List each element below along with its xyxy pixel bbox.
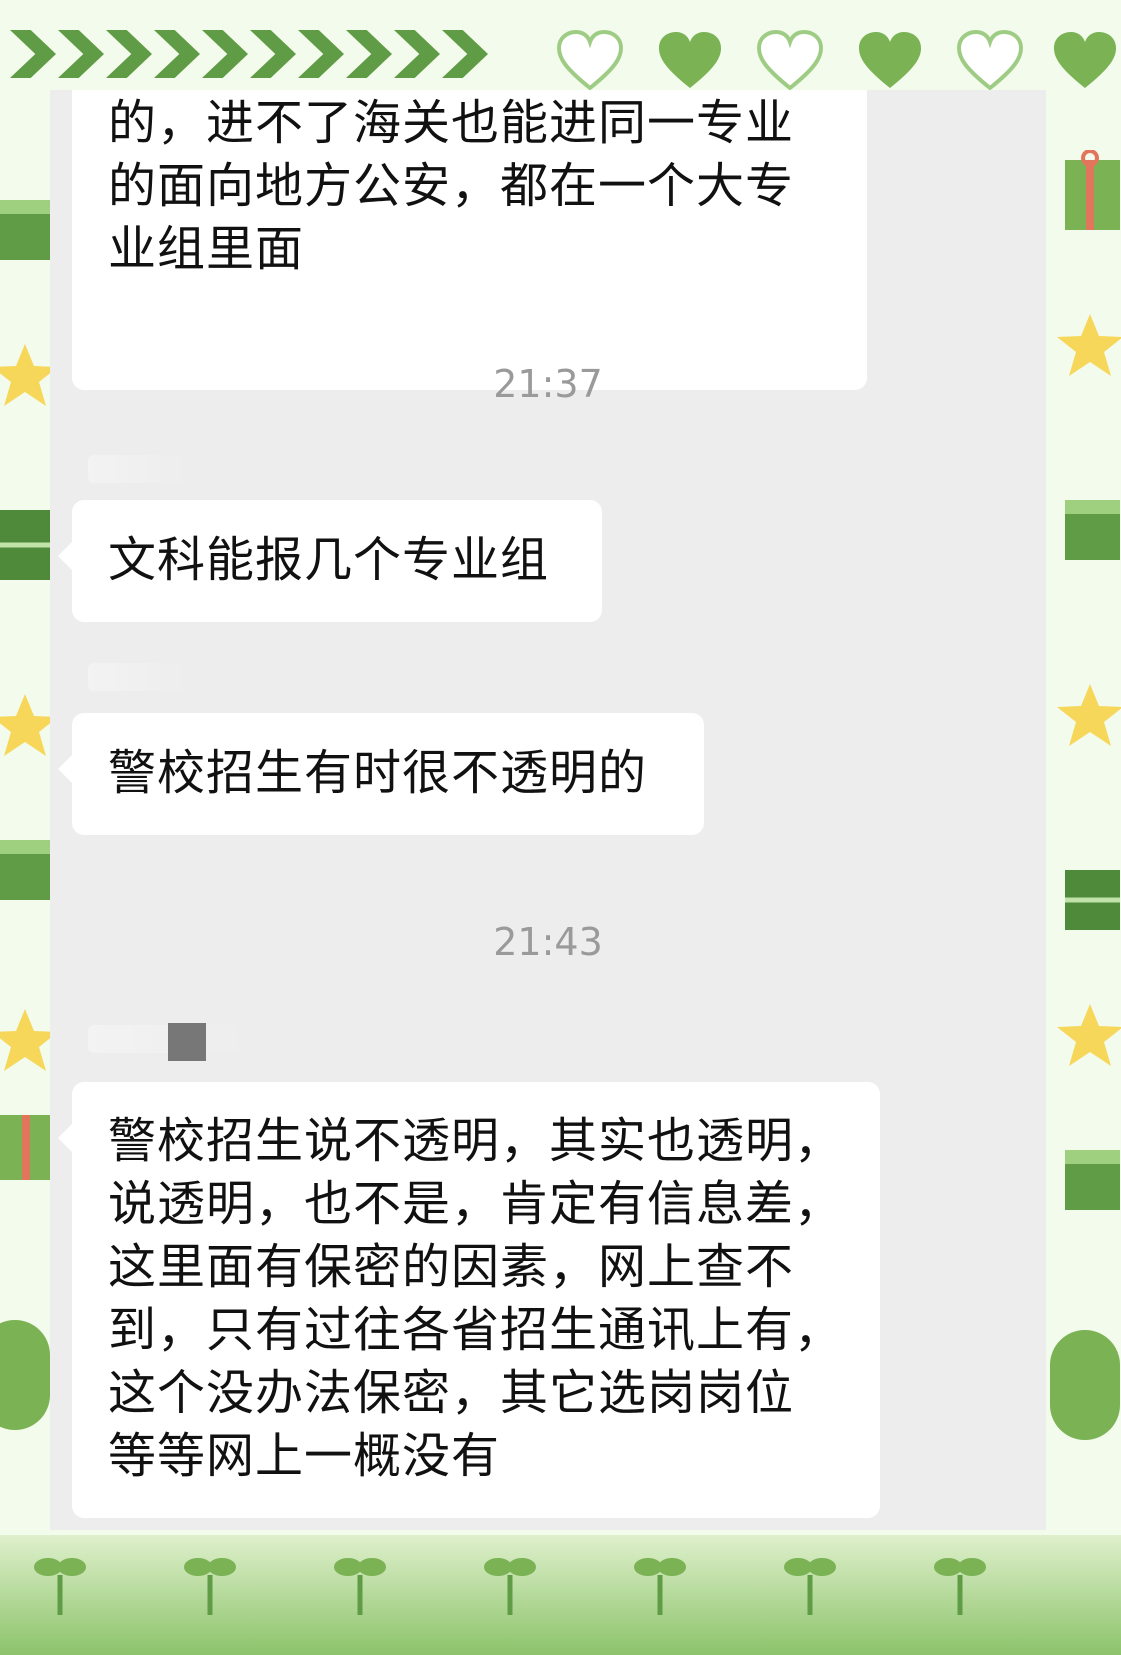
heart-icon: [956, 30, 1024, 91]
gift-icon: [1065, 150, 1120, 230]
message-bubble[interactable]: 文科能报几个专业组: [58, 500, 602, 622]
sprout-icon: [334, 1558, 386, 1615]
star-icon: [1057, 684, 1121, 746]
chevron-icon: [202, 30, 248, 78]
message-line: 说透明，也不是，肯定有信息差，: [108, 1176, 844, 1232]
message-line: 到，只有过往各省招生通讯上有，: [108, 1302, 844, 1358]
chevron-icon: [394, 30, 440, 78]
chevron-icon: [10, 30, 56, 78]
chat-panel: 的，进不了海关也能进同一专业 的面向地方公安，都在一个大专 业组里面 21:37…: [50, 90, 1046, 1530]
chevron-border: [10, 30, 488, 78]
star-icon: [1057, 314, 1121, 376]
bean-character-icon: [0, 1320, 50, 1430]
heart-icon: [556, 30, 624, 91]
message-line: 这里面有保密的因素，网上查不: [108, 1239, 795, 1295]
chevron-icon: [154, 30, 200, 78]
message-timestamp: 21:43: [493, 920, 603, 964]
message-timestamp: 21:37: [493, 362, 603, 406]
chevron-icon: [442, 30, 488, 78]
chevron-icon: [346, 30, 392, 78]
chevron-icon: [298, 30, 344, 78]
message-line: 这个没办法保密，其它选岗岗位: [108, 1365, 795, 1421]
message-line: 等等网上一概没有: [108, 1428, 501, 1484]
star-icon: [1057, 1004, 1121, 1066]
sender-nickname-redacted: [88, 663, 188, 691]
sprout-icon: [184, 1558, 236, 1615]
sprout-icon: [634, 1558, 686, 1615]
gift-icon: [1065, 870, 1120, 930]
chevron-icon: [250, 30, 296, 78]
sprout-icon: [784, 1558, 836, 1615]
heart-icon: [659, 32, 721, 88]
sender-nickname-redacted: [88, 455, 188, 483]
message-line: 警校招生有时很不透明的: [108, 745, 648, 801]
message-bubble[interactable]: 的，进不了海关也能进同一专业 的面向地方公安，都在一个大专 业组里面: [72, 90, 867, 390]
heart-icon: [1054, 32, 1116, 88]
message-line: 警校招生说不透明，其实也透明，: [108, 1113, 844, 1169]
message-bubble[interactable]: 警校招生有时很不透明的: [58, 713, 704, 835]
bean-character-icon: [1050, 1330, 1120, 1440]
sprout-icon: [484, 1558, 536, 1615]
heart-icon: [756, 30, 824, 91]
message-line: 的，进不了海关也能进同一专业: [108, 95, 795, 151]
message-line: 文科能报几个专业组: [108, 532, 550, 588]
chevron-icon: [58, 30, 104, 78]
heart-icon: [859, 32, 921, 88]
message-line: 业组里面: [108, 221, 305, 277]
gift-icon: [1065, 1150, 1120, 1210]
sprout-icon: [934, 1558, 986, 1615]
sprout-icon: [34, 1558, 86, 1615]
message-line: 的面向地方公安，都在一个大专: [108, 158, 795, 214]
gift-icon: [1065, 500, 1120, 560]
redaction-square: [168, 1023, 206, 1061]
message-bubble[interactable]: 警校招生说不透明，其实也透明， 说透明，也不是，肯定有信息差， 这里面有保密的因…: [58, 1082, 880, 1518]
chevron-icon: [106, 30, 152, 78]
